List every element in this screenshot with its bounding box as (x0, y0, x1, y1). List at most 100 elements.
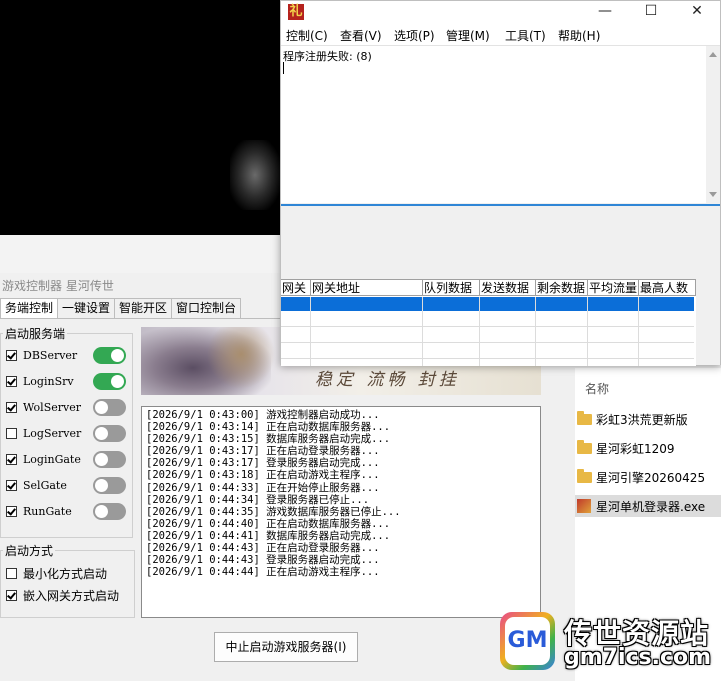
toggle-knob (111, 349, 124, 362)
service-checkbox[interactable] (6, 349, 17, 361)
log-line: [2026/9/1 0:44:41] 数据库服务器启动完成... (146, 529, 391, 542)
service-checkbox[interactable] (6, 375, 17, 387)
toggle-knob (95, 453, 108, 466)
service-toggle[interactable] (93, 399, 126, 416)
log-line: [2026/9/1 0:43:14] 正在启动数据库服务器... (146, 421, 391, 434)
grid-header-avg-traffic[interactable]: 平均流量 (588, 280, 639, 296)
menu-tools[interactable]: 工具(T) (505, 27, 546, 44)
grid-scrollbar[interactable] (696, 279, 720, 365)
maximize-icon[interactable]: ☐ (628, 1, 674, 23)
service-label: RunGate (23, 504, 72, 518)
gateway-grid: 网关 网关地址 队列数据 发送数据 剩余数据 平均流量 最高人数 (281, 279, 696, 366)
message-area[interactable]: 程序注册失败: (8) (281, 46, 706, 203)
file-list-item[interactable]: 星河引擎20260425 (575, 466, 721, 488)
menu-view[interactable]: 查看(V) (340, 27, 382, 44)
log-line: [2026/9/1 0:43:18] 正在启动游戏主程序... (146, 469, 380, 482)
start-mode-label: 最小化方式启动 (23, 566, 108, 581)
watermark-url: gm7ics.com (564, 645, 712, 670)
service-checkbox[interactable] (6, 401, 17, 413)
file-name: 星河单机登录器.exe (596, 499, 706, 514)
folder-icon (577, 410, 592, 425)
file-list-item[interactable]: 星河单机登录器.exe (575, 495, 721, 517)
grid-col-line (587, 297, 588, 366)
service-label: WolServer (23, 400, 81, 414)
grid-col-line (422, 297, 423, 366)
game-artwork (230, 140, 280, 210)
tab-smart-open[interactable]: 智能开区 (114, 298, 173, 318)
service-toggle[interactable] (93, 347, 126, 364)
menu-help[interactable]: 帮助(H) (558, 27, 600, 44)
folder-icon (577, 468, 592, 483)
title-bar: 礼 — ☐ ✕ (281, 1, 720, 23)
scroll-up-icon[interactable] (709, 52, 717, 57)
menu-bar: 控制(C) 查看(V) 选项(P) 管理(M) 工具(T) 帮助(H) (281, 23, 720, 46)
grid-col-line (479, 297, 480, 366)
service-row: LogServer (6, 424, 81, 442)
menu-manage[interactable]: 管理(M) (446, 27, 490, 44)
grid-row-line (281, 342, 694, 343)
log-line: [2026/9/1 0:44:43] 正在启动登录服务器... (146, 542, 380, 555)
grid-header-gateway[interactable]: 网关 (281, 280, 311, 296)
log-line: [2026/9/1 0:44:34] 登录服务器已停止... (146, 493, 370, 506)
service-toggle[interactable] (93, 503, 126, 520)
toggle-knob (111, 375, 124, 388)
banner-figure-accent (201, 327, 281, 395)
toggle-knob (95, 505, 108, 518)
service-checkbox[interactable] (6, 427, 17, 439)
toggle-knob (95, 479, 108, 492)
grid-row-line (281, 358, 694, 359)
grid-col-line (535, 297, 536, 366)
exe-icon (577, 499, 591, 513)
minimize-icon[interactable]: — (582, 1, 628, 23)
banner-slogan: 稳定 流畅 封挂 (315, 370, 460, 390)
start-services-legend: 启动服务端 (3, 325, 68, 342)
vertical-scrollbar[interactable] (706, 46, 720, 203)
start-mode-checkbox[interactable] (6, 567, 17, 579)
start-mode-option: 嵌入网关方式启动 (6, 586, 119, 604)
log-line: [2026/9/1 0:44:33] 正在开始停止服务器... (146, 481, 380, 494)
stop-server-button[interactable]: 中止启动游戏服务器(I) (214, 632, 358, 662)
grid-header-max-users[interactable]: 最高人数 (639, 280, 696, 296)
service-toggle[interactable] (93, 425, 126, 442)
grid-header-queue[interactable]: 队列数据 (423, 280, 480, 296)
scroll-down-icon[interactable] (709, 192, 717, 197)
grid-header-sent[interactable]: 发送数据 (480, 280, 536, 296)
service-toggle[interactable] (93, 477, 126, 494)
game-background (0, 0, 290, 235)
start-mode-checkbox[interactable] (6, 589, 17, 601)
file-list-item[interactable]: 彩虹3洪荒更新版 (575, 408, 721, 430)
service-checkbox[interactable] (6, 479, 17, 491)
log-line: [2026/9/1 0:43:00] 游戏控制器启动成功... (146, 409, 380, 421)
log-line: [2026/9/1 0:44:44] 正在启动游戏主程序... (146, 566, 380, 579)
service-checkbox[interactable] (6, 505, 17, 517)
menu-options[interactable]: 选项(P) (394, 27, 435, 44)
service-row: LoginSrv (6, 372, 74, 390)
log-line: [2026/9/1 0:43:17] 登录服务器启动完成... (146, 457, 380, 470)
service-label: SelGate (23, 478, 67, 492)
grid-row-line (281, 326, 694, 327)
file-list-item[interactable]: 星河彩虹1209 (575, 437, 721, 459)
tab-window-console[interactable]: 窗口控制台 (171, 298, 242, 318)
service-toggle[interactable] (93, 451, 126, 468)
log-line: [2026/9/1 0:43:17] 正在启动登录服务器... (146, 445, 380, 458)
grid-header-address[interactable]: 网关地址 (311, 280, 423, 296)
tab-one-click-settings[interactable]: 一键设置 (57, 298, 116, 318)
controller-tabs: 务端控制 一键设置 智能开区 窗口控制台 (0, 298, 242, 319)
service-row: SelGate (6, 476, 67, 494)
tab-server-control[interactable]: 务端控制 (0, 298, 59, 319)
log-output[interactable]: [2026/9/1 0:43:00] 游戏控制器启动成功... [2026/9/1… (141, 406, 541, 618)
service-row: WolServer (6, 398, 81, 416)
folder-icon (577, 439, 592, 454)
background-strip (0, 235, 290, 274)
menu-control[interactable]: 控制(C) (286, 27, 328, 44)
start-mode-group (0, 550, 135, 618)
service-label: LoginSrv (23, 374, 74, 388)
log-line: [2026/9/1 0:44:43] 登录服务器启动完成... (146, 554, 380, 567)
grid-selected-row[interactable] (281, 297, 694, 311)
grid-header-remaining[interactable]: 剩余数据 (536, 280, 588, 296)
close-icon[interactable]: ✕ (674, 1, 720, 23)
file-name: 彩虹3洪荒更新版 (596, 412, 688, 427)
service-toggle[interactable] (93, 373, 126, 390)
column-header-name[interactable]: 名称 (585, 380, 609, 397)
service-checkbox[interactable] (6, 453, 17, 465)
